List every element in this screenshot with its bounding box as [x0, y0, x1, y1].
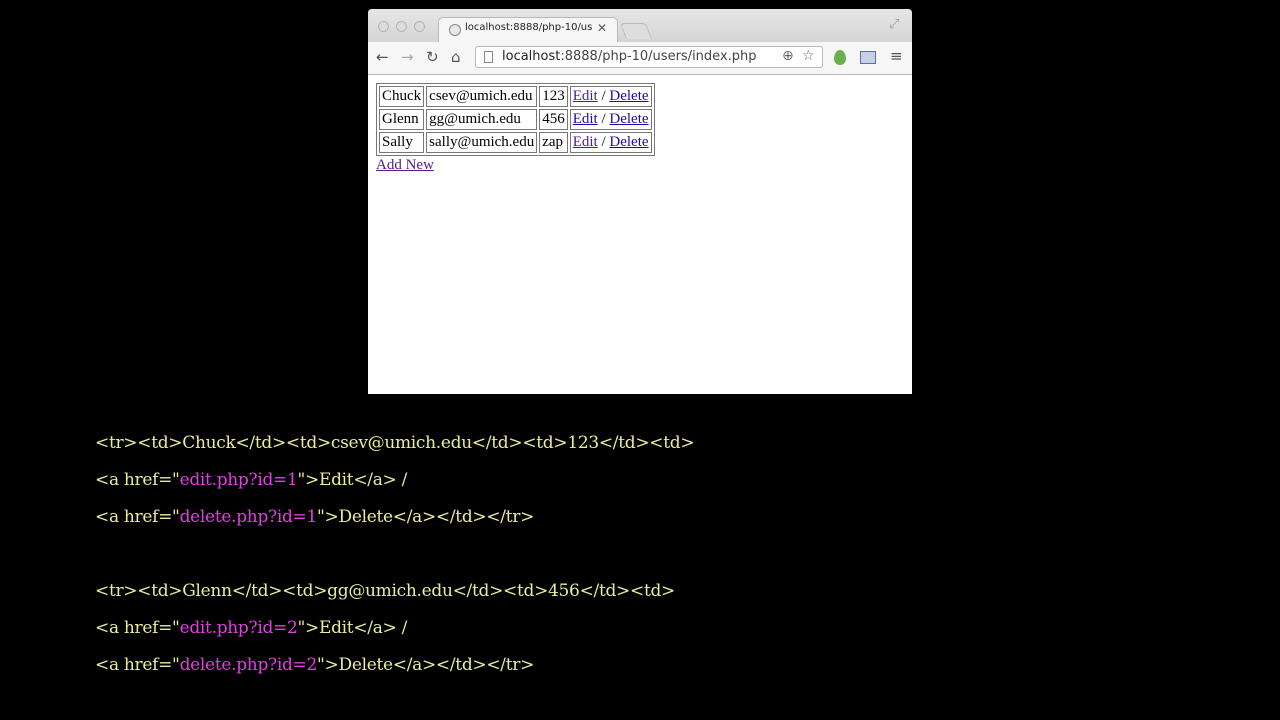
user-email: csev@umich.edu [426, 86, 538, 107]
user-password: 456 [539, 109, 568, 130]
edit-link[interactable]: Edit [573, 88, 598, 104]
page-content: Chuck csev@umich.edu 123 Edit / Delete G… [376, 83, 655, 174]
new-tab-button[interactable] [620, 23, 652, 39]
browser-tab[interactable]: localhost:8888/php-10/us ✕ [438, 17, 618, 42]
code-text: ">Delete</a></td></tr> [317, 655, 535, 675]
add-new-link[interactable]: Add New [376, 157, 655, 174]
code-text: <a href=" [95, 655, 180, 675]
code-line: <tr><td>Chuck</td><td>csev@umich.edu</td… [95, 425, 695, 462]
code-string: delete.php?id=1 [179, 507, 318, 527]
forward-icon[interactable]: → [401, 48, 414, 66]
user-name: Chuck [379, 86, 425, 107]
url-text: localhost:8888/php-10/users/index.php [502, 49, 757, 64]
users-table: Chuck csev@umich.edu 123 Edit / Delete G… [376, 83, 655, 156]
php-extension-icon[interactable] [860, 51, 876, 64]
home-icon[interactable]: ⌂ [451, 48, 461, 66]
page-icon [484, 51, 493, 63]
favicon-icon [449, 24, 461, 36]
close-window-icon[interactable] [378, 21, 389, 32]
user-name: Sally [379, 132, 425, 153]
code-line: <a href="edit.php?id=1">Edit</a> / [95, 462, 694, 499]
code-string: edit.php?id=1 [179, 470, 298, 490]
table-row: Glenn gg@umich.edu 456 Edit / Delete [379, 109, 652, 130]
bookmark-star-icon[interactable]: ☆ [802, 48, 815, 64]
minimize-window-icon[interactable] [396, 21, 407, 32]
user-password: zap [539, 132, 568, 153]
code-text: <tr><td>Glenn</td><td>gg@umich.edu</td><… [95, 581, 676, 601]
actions-cell: Edit / Delete [569, 86, 652, 107]
menu-icon[interactable]: ≡ [890, 47, 903, 65]
code-line: <a href="edit.php?id=2">Edit</a> / [95, 610, 694, 647]
zoom-window-icon[interactable] [414, 21, 425, 32]
actions-cell: Edit / Delete [569, 109, 652, 130]
separator: / [601, 111, 606, 127]
edit-link[interactable]: Edit [573, 134, 598, 150]
code-line: <tr><td>Glenn</td><td>gg@umich.edu</td><… [95, 573, 694, 610]
code-line: <a href="delete.php?id=2">Delete</a></td… [95, 647, 694, 684]
user-password: 123 [539, 86, 568, 107]
table-row: Chuck csev@umich.edu 123 Edit / Delete [379, 86, 652, 107]
browser-toolbar: ← → ↻ ⌂ localhost:8888/php-10/users/inde… [368, 42, 912, 75]
fullscreen-icon[interactable]: ⤢ [889, 17, 899, 32]
code-line: <a href="delete.php?id=1">Delete</a></td… [95, 499, 694, 536]
delete-link[interactable]: Delete [609, 111, 648, 127]
reload-icon[interactable]: ↻ [426, 48, 439, 66]
close-tab-icon[interactable]: ✕ [597, 21, 607, 35]
code-text: <a href=" [95, 470, 180, 490]
url-path: :8888/php-10/users/index.php [560, 49, 757, 64]
code-text: ">Edit</a> / [297, 618, 408, 638]
code-text: <a href=" [95, 507, 180, 527]
delete-link[interactable]: Delete [609, 134, 648, 150]
browser-window: localhost:8888/php-10/us ✕ ⤢ ← → ↻ ⌂ loc… [368, 9, 912, 394]
code-text: <tr><td>Chuck</td><td>csev@umich.edu</td… [95, 433, 695, 453]
edit-link[interactable]: Edit [573, 111, 598, 127]
title-bar: localhost:8888/php-10/us ✕ ⤢ [368, 9, 912, 42]
code-listing: <tr><td>Chuck</td><td>csev@umich.edu</td… [95, 425, 695, 684]
delete-link[interactable]: Delete [609, 88, 648, 104]
address-bar[interactable]: localhost:8888/php-10/users/index.php ⊕ … [475, 46, 823, 68]
table-row: Sally sally@umich.edu zap Edit / Delete [379, 132, 652, 153]
code-text: ">Delete</a></td></tr> [317, 507, 535, 527]
tab-title: localhost:8888/php-10/us [465, 22, 593, 33]
actions-cell: Edit / Delete [569, 132, 652, 153]
code-string: delete.php?id=2 [179, 655, 318, 675]
user-name: Glenn [379, 109, 425, 130]
evernote-extension-icon[interactable] [834, 50, 846, 65]
user-email: sally@umich.edu [426, 132, 538, 153]
separator: / [601, 134, 606, 150]
zoom-icon[interactable]: ⊕ [782, 48, 794, 64]
code-string: edit.php?id=2 [179, 618, 298, 638]
back-icon[interactable]: ← [376, 48, 389, 66]
code-text: <a href=" [95, 618, 180, 638]
code-text: ">Edit</a> / [297, 470, 408, 490]
user-email: gg@umich.edu [426, 109, 538, 130]
url-host: localhost [502, 49, 561, 64]
separator: / [601, 88, 606, 104]
